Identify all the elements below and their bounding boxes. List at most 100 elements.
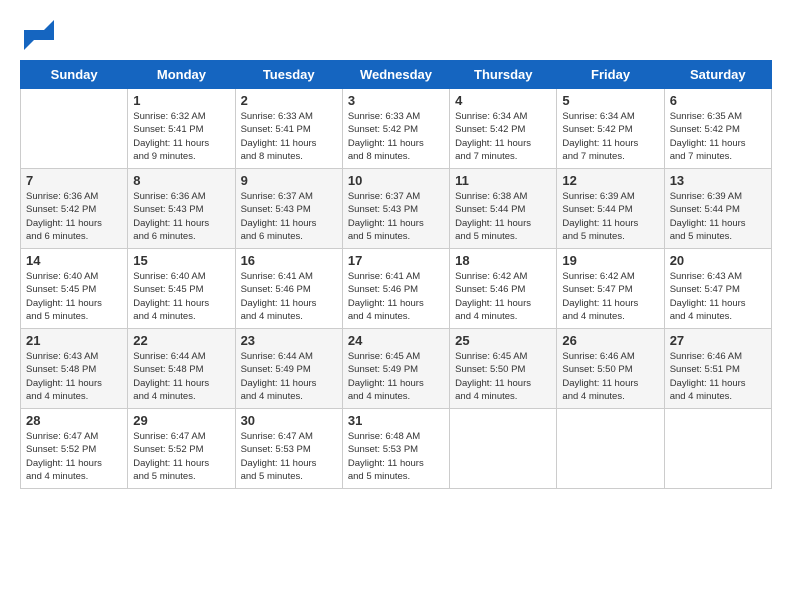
date-number: 11 <box>455 173 551 188</box>
date-number: 26 <box>562 333 658 348</box>
cell-info: Sunrise: 6:34 AMSunset: 5:42 PMDaylight:… <box>562 110 658 163</box>
date-number: 1 <box>133 93 229 108</box>
calendar-cell <box>21 89 128 169</box>
date-number: 30 <box>241 413 337 428</box>
day-header-saturday: Saturday <box>664 61 771 89</box>
cell-info: Sunrise: 6:39 AMSunset: 5:44 PMDaylight:… <box>670 190 766 243</box>
cell-info: Sunrise: 6:36 AMSunset: 5:42 PMDaylight:… <box>26 190 122 243</box>
date-number: 4 <box>455 93 551 108</box>
cell-info: Sunrise: 6:35 AMSunset: 5:42 PMDaylight:… <box>670 110 766 163</box>
cell-info: Sunrise: 6:38 AMSunset: 5:44 PMDaylight:… <box>455 190 551 243</box>
calendar-cell <box>450 409 557 489</box>
calendar-cell: 26 Sunrise: 6:46 AMSunset: 5:50 PMDayligh… <box>557 329 664 409</box>
calendar-week-4: 21 Sunrise: 6:43 AMSunset: 5:48 PMDayligh… <box>21 329 772 409</box>
day-header-thursday: Thursday <box>450 61 557 89</box>
date-number: 22 <box>133 333 229 348</box>
calendar-cell: 10 Sunrise: 6:37 AMSunset: 5:43 PMDayligh… <box>342 169 449 249</box>
calendar-cell: 16 Sunrise: 6:41 AMSunset: 5:46 PMDayligh… <box>235 249 342 329</box>
cell-info: Sunrise: 6:45 AMSunset: 5:49 PMDaylight:… <box>348 350 444 403</box>
date-number: 19 <box>562 253 658 268</box>
calendar-cell: 27 Sunrise: 6:46 AMSunset: 5:51 PMDayligh… <box>664 329 771 409</box>
date-number: 28 <box>26 413 122 428</box>
cell-info: Sunrise: 6:48 AMSunset: 5:53 PMDaylight:… <box>348 430 444 483</box>
cell-info: Sunrise: 6:44 AMSunset: 5:48 PMDaylight:… <box>133 350 229 403</box>
date-number: 18 <box>455 253 551 268</box>
calendar-cell: 12Sunrise: 6:39 AMSunset: 5:44 PMDayligh… <box>557 169 664 249</box>
calendar-cell: 25 Sunrise: 6:45 AMSunset: 5:50 PMDayligh… <box>450 329 557 409</box>
cell-info: Sunrise: 6:37 AMSunset: 5:43 PMDaylight:… <box>348 190 444 243</box>
calendar-cell: 8 Sunrise: 6:36 AMSunset: 5:43 PMDaylight… <box>128 169 235 249</box>
calendar-cell: 9 Sunrise: 6:37 AMSunset: 5:43 PMDaylight… <box>235 169 342 249</box>
calendar-week-1: 1 Sunrise: 6:32 AMSunset: 5:41 PMDaylight… <box>21 89 772 169</box>
calendar-table: SundayMondayTuesdayWednesdayThursdayFrid… <box>20 60 772 489</box>
calendar-cell: 21 Sunrise: 6:43 AMSunset: 5:48 PMDayligh… <box>21 329 128 409</box>
date-number: 3 <box>348 93 444 108</box>
calendar-cell: 31 Sunrise: 6:48 AMSunset: 5:53 PMDayligh… <box>342 409 449 489</box>
date-number: 24 <box>348 333 444 348</box>
date-number: 16 <box>241 253 337 268</box>
cell-info: Sunrise: 6:32 AMSunset: 5:41 PMDaylight:… <box>133 110 229 163</box>
calendar-cell: 30 Sunrise: 6:47 AMSunset: 5:53 PMDayligh… <box>235 409 342 489</box>
calendar-cell: 2 Sunrise: 6:33 AMSunset: 5:41 PMDaylight… <box>235 89 342 169</box>
date-number: 25 <box>455 333 551 348</box>
calendar-cell: 5 Sunrise: 6:34 AMSunset: 5:42 PMDaylight… <box>557 89 664 169</box>
calendar-header-row: SundayMondayTuesdayWednesdayThursdayFrid… <box>21 61 772 89</box>
calendar-cell: 6 Sunrise: 6:35 AMSunset: 5:42 PMDaylight… <box>664 89 771 169</box>
cell-info: Sunrise: 6:44 AMSunset: 5:49 PMDaylight:… <box>241 350 337 403</box>
calendar-cell <box>557 409 664 489</box>
date-number: 7 <box>26 173 122 188</box>
date-number: 31 <box>348 413 444 428</box>
calendar-cell: 3Sunrise: 6:33 AMSunset: 5:42 PMDaylight… <box>342 89 449 169</box>
date-number: 9 <box>241 173 337 188</box>
date-number: 23 <box>241 333 337 348</box>
calendar-cell: 7 Sunrise: 6:36 AMSunset: 5:42 PMDaylight… <box>21 169 128 249</box>
cell-info: Sunrise: 6:36 AMSunset: 5:43 PMDaylight:… <box>133 190 229 243</box>
calendar-cell: 14 Sunrise: 6:40 AMSunset: 5:45 PMDayligh… <box>21 249 128 329</box>
cell-info: Sunrise: 6:41 AMSunset: 5:46 PMDaylight:… <box>348 270 444 323</box>
calendar-week-5: 28 Sunrise: 6:47 AMSunset: 5:52 PMDayligh… <box>21 409 772 489</box>
cell-info: Sunrise: 6:47 AMSunset: 5:53 PMDaylight:… <box>241 430 337 483</box>
calendar-week-3: 14 Sunrise: 6:40 AMSunset: 5:45 PMDayligh… <box>21 249 772 329</box>
date-number: 6 <box>670 93 766 108</box>
calendar-cell: 20Sunrise: 6:43 AMSunset: 5:47 PMDayligh… <box>664 249 771 329</box>
day-header-tuesday: Tuesday <box>235 61 342 89</box>
logo <box>20 20 54 50</box>
date-number: 27 <box>670 333 766 348</box>
cell-info: Sunrise: 6:47 AMSunset: 5:52 PMDaylight:… <box>26 430 122 483</box>
cell-info: Sunrise: 6:41 AMSunset: 5:46 PMDaylight:… <box>241 270 337 323</box>
cell-info: Sunrise: 6:47 AMSunset: 5:52 PMDaylight:… <box>133 430 229 483</box>
date-number: 14 <box>26 253 122 268</box>
date-number: 2 <box>241 93 337 108</box>
calendar-cell: 22 Sunrise: 6:44 AMSunset: 5:48 PMDayligh… <box>128 329 235 409</box>
logo-icon <box>24 20 54 50</box>
date-number: 17 <box>348 253 444 268</box>
calendar-cell: 23 Sunrise: 6:44 AMSunset: 5:49 PMDayligh… <box>235 329 342 409</box>
day-header-friday: Friday <box>557 61 664 89</box>
cell-info: Sunrise: 6:37 AMSunset: 5:43 PMDaylight:… <box>241 190 337 243</box>
calendar-cell: 28 Sunrise: 6:47 AMSunset: 5:52 PMDayligh… <box>21 409 128 489</box>
calendar-cell: 29 Sunrise: 6:47 AMSunset: 5:52 PMDayligh… <box>128 409 235 489</box>
calendar-cell: 1 Sunrise: 6:32 AMSunset: 5:41 PMDaylight… <box>128 89 235 169</box>
calendar-cell: 19Sunrise: 6:42 AMSunset: 5:47 PMDayligh… <box>557 249 664 329</box>
calendar-week-2: 7 Sunrise: 6:36 AMSunset: 5:42 PMDaylight… <box>21 169 772 249</box>
calendar-cell: 24 Sunrise: 6:45 AMSunset: 5:49 PMDayligh… <box>342 329 449 409</box>
calendar-cell: 17 Sunrise: 6:41 AMSunset: 5:46 PMDayligh… <box>342 249 449 329</box>
cell-info: Sunrise: 6:43 AMSunset: 5:47 PMDaylight:… <box>670 270 766 323</box>
cell-info: Sunrise: 6:43 AMSunset: 5:48 PMDaylight:… <box>26 350 122 403</box>
cell-info: Sunrise: 6:42 AMSunset: 5:46 PMDaylight:… <box>455 270 551 323</box>
date-number: 29 <box>133 413 229 428</box>
day-header-wednesday: Wednesday <box>342 61 449 89</box>
cell-info: Sunrise: 6:46 AMSunset: 5:51 PMDaylight:… <box>670 350 766 403</box>
date-number: 8 <box>133 173 229 188</box>
calendar-cell: 13 Sunrise: 6:39 AMSunset: 5:44 PMDayligh… <box>664 169 771 249</box>
date-number: 12 <box>562 173 658 188</box>
cell-info: Sunrise: 6:46 AMSunset: 5:50 PMDaylight:… <box>562 350 658 403</box>
day-header-monday: Monday <box>128 61 235 89</box>
cell-info: Sunrise: 6:40 AMSunset: 5:45 PMDaylight:… <box>26 270 122 323</box>
date-number: 13 <box>670 173 766 188</box>
cell-info: Sunrise: 6:45 AMSunset: 5:50 PMDaylight:… <box>455 350 551 403</box>
cell-info: Sunrise: 6:33 AMSunset: 5:41 PMDaylight:… <box>241 110 337 163</box>
date-number: 10 <box>348 173 444 188</box>
date-number: 21 <box>26 333 122 348</box>
date-number: 5 <box>562 93 658 108</box>
